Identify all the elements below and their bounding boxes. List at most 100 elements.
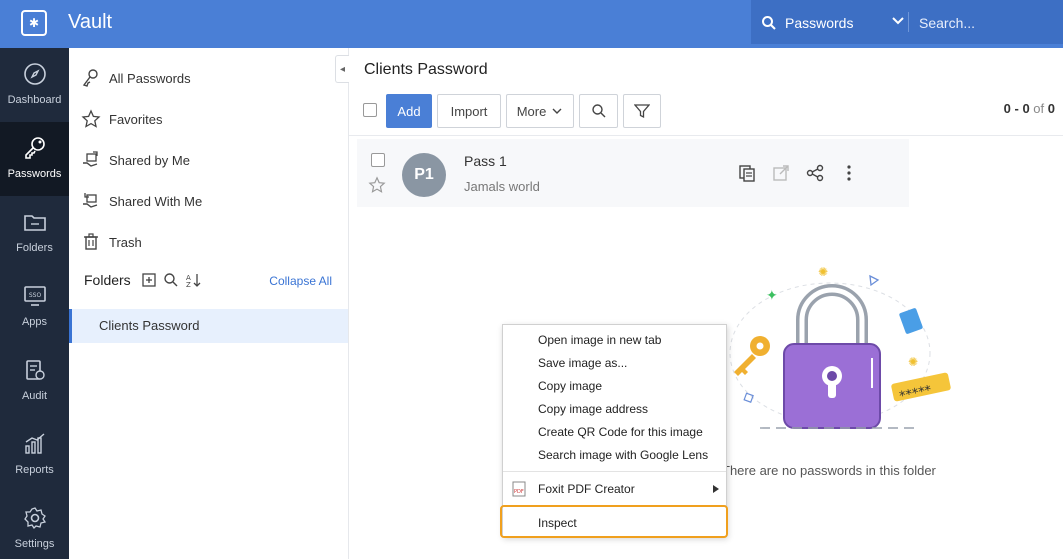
pager-range: 0 - 0 [1003,101,1030,116]
folders-header: Folders AZ [84,272,201,288]
share-icon[interactable] [805,163,825,183]
open-external-icon[interactable] [771,163,791,183]
secondary-sidebar: All Passwords Favorites Shared by Me Sha… [69,48,349,559]
nav-label: Dashboard [7,94,62,106]
nav-label: Passwords [7,168,62,180]
sidebar-item-label: Shared by Me [109,152,190,168]
ctx-save-image-as[interactable]: Save image as... [538,356,627,370]
copy-icon[interactable] [737,163,757,183]
ctx-copy-image[interactable]: Copy image [538,379,602,393]
compass-icon [24,63,46,85]
svg-text:PDF: PDF [514,489,524,495]
search-icon [762,16,776,30]
svg-text:SSO: SSO [29,292,42,299]
pagination-info: 0 - 0 of 0 [1004,101,1055,116]
folder-label: Clients Password [99,318,200,333]
key-icon [25,137,45,159]
search-scope-dropdown[interactable]: Passwords [761,12,904,34]
row-checkbox[interactable] [371,153,385,167]
inspect-highlight [500,505,728,538]
pager-of: of [1033,101,1045,116]
sidebar-item-label: Shared With Me [109,193,203,209]
nav-audit[interactable]: Audit [0,344,69,418]
folder-icon [24,215,46,231]
empty-state-illustration: ✺ ✦ ✺ ***** [729,265,951,429]
password-row[interactable]: P1 Pass 1 Jamals world [357,139,909,207]
kebab-menu-icon[interactable] [839,163,859,183]
nav-label: Audit [21,390,48,402]
filter-icon [634,104,650,119]
sso-icon: SSO [24,286,46,306]
entry-title[interactable]: Pass 1 [464,153,507,169]
empty-state-text: There are no passwords in this folder [722,463,936,478]
nav-reports[interactable]: Reports [0,418,69,492]
row-actions [737,163,859,183]
search-input[interactable] [919,12,1049,34]
top-bar: ✱ Vault Passwords [0,0,1063,48]
ctx-copy-image-address[interactable]: Copy image address [538,402,648,416]
share-out-icon [83,151,98,167]
left-nav: Dashboard Passwords Folders SSO Apps Aud… [0,48,69,559]
search-button[interactable] [579,94,618,128]
sidebar-item-shared-by-me[interactable]: Shared by Me [81,148,190,172]
toolbar-divider [349,135,1063,136]
gear-icon [24,507,47,530]
add-folder-icon[interactable] [141,272,157,288]
entry-subtitle: Jamals world [464,179,540,194]
search-bar: Passwords [751,0,1063,44]
svg-text:✺: ✺ [908,355,918,369]
sort-icon[interactable]: AZ [185,272,201,288]
nav-label: Folders [16,242,53,254]
ctx-separator [503,471,726,472]
share-in-icon [83,193,98,208]
sidebar-item-label: Trash [109,234,142,250]
sidebar-item-favorites[interactable]: Favorites [81,107,162,131]
add-button[interactable]: Add [386,94,432,128]
nav-label: Settings [14,538,55,550]
folders-title: Folders [84,272,131,288]
page-title: Clients Password [364,61,488,78]
sidebar-item-all-passwords[interactable]: All Passwords [81,66,191,90]
search-scope-label: Passwords [785,15,854,31]
sidebar-item-trash[interactable]: Trash [81,230,142,254]
chevron-down-icon [552,108,562,114]
ctx-open-image-new-tab[interactable]: Open image in new tab [538,333,661,347]
search-divider [908,12,909,32]
pager-total: 0 [1047,101,1055,116]
vault-logo-icon[interactable]: ✱ [21,10,47,36]
select-all-checkbox[interactable] [363,103,377,117]
nav-apps[interactable]: SSO Apps [0,270,69,344]
keys-icon [82,69,98,87]
nav-settings[interactable]: Settings [0,492,69,559]
nav-passwords[interactable]: Passwords [0,122,69,196]
collapse-all-link[interactable]: Collapse All [269,274,332,288]
sidebar-item-shared-with-me[interactable]: Shared With Me [81,189,202,213]
app-title: Vault [68,11,113,33]
audit-icon [26,360,45,380]
nav-folders[interactable]: Folders [0,196,69,270]
more-button[interactable]: More [506,94,574,128]
star-icon [81,109,101,128]
sidebar-item-label: Favorites [109,111,163,127]
import-button[interactable]: Import [437,94,501,128]
trash-icon [84,233,98,250]
ctx-create-qr-code[interactable]: Create QR Code for this image [538,425,703,439]
search-icon [591,104,605,118]
nav-label: Apps [21,316,48,328]
favorite-star-icon[interactable] [368,176,386,194]
filter-button[interactable] [623,94,661,128]
search-folder-icon[interactable] [163,272,179,288]
ctx-search-google-lens[interactable]: Search image with Google Lens [538,448,708,462]
sidebar-item-label: All Passwords [109,70,191,86]
svg-text:✦: ✦ [766,288,778,304]
chevron-down-icon [892,17,904,25]
nav-label: Reports [15,464,54,476]
nav-dashboard[interactable]: Dashboard [0,48,69,122]
svg-text:✺: ✺ [818,265,828,279]
ctx-foxit-pdf-creator[interactable]: Foxit PDF Creator [538,482,635,496]
collapse-sidebar-handle[interactable]: ◂ [335,55,349,83]
folder-item-clients-password[interactable]: Clients Password [69,309,348,343]
foxit-pdf-icon: PDF [512,481,526,497]
chart-icon [25,433,45,454]
submenu-arrow-icon [713,485,719,493]
